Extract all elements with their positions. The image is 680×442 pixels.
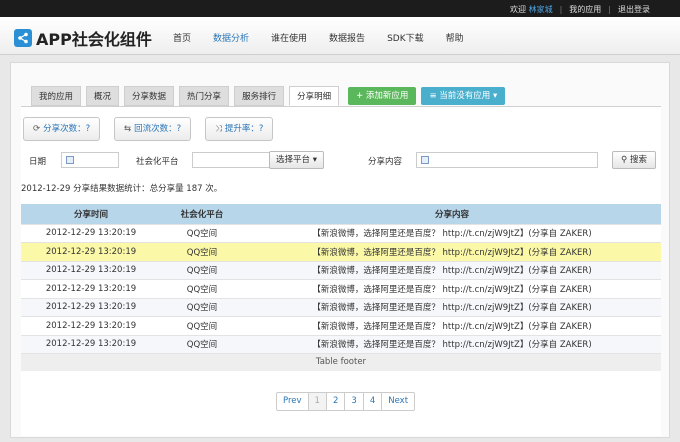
cell-platform: QQ空间 (161, 260, 243, 280)
cell-time: 2012-12-29 13:20:19 (21, 297, 161, 317)
logout-link[interactable]: 退出登录 (618, 4, 650, 15)
search-button[interactable]: ⚲ 搜索 (612, 151, 656, 169)
cell-content: 【新浪微博，选择阿里还是百度？ http://t.cn/zjW9JtZ】(分享自… (243, 334, 661, 354)
platform-input[interactable] (192, 152, 270, 168)
caret-down-icon: ▾ (490, 91, 498, 101)
cell-platform: QQ空间 (161, 316, 243, 335)
main-nav: 首页 数据分析 谁在使用 数据报告 SDK下载 帮助 (162, 31, 475, 44)
divider: | (559, 5, 563, 14)
nav-who-uses[interactable]: 谁在使用 (260, 31, 318, 44)
tab-hot-shares[interactable]: 热门分享 (179, 86, 230, 106)
loop-icon: ⇆ (124, 124, 132, 134)
col-share-content[interactable]: 分享内容 (243, 204, 661, 224)
pagination: Prev 1 2 3 4 Next (276, 392, 416, 411)
list-icon: ≡ (429, 91, 440, 101)
add-app-button[interactable]: + 添加新应用 (348, 87, 417, 105)
page-1[interactable]: 1 (308, 393, 327, 410)
shuffle-icon: ⤨ (215, 124, 222, 134)
cell-time: 2012-12-29 13:20:19 (21, 334, 161, 354)
plus-icon: + (356, 91, 366, 101)
header: APP社会化组件 首页 数据分析 谁在使用 数据报告 SDK下载 帮助 (0, 17, 680, 55)
cell-platform: QQ空间 (161, 297, 243, 317)
caret-down-icon: ▾ (310, 155, 317, 165)
cell-time: 2012-12-29 13:20:19 (21, 316, 161, 335)
cell-content: 【新浪微博，选择阿里还是百度？ http://t.cn/zjW9JtZ】(分享自… (243, 242, 661, 261)
cell-time: 2012-12-29 13:20:19 (21, 260, 161, 280)
content-input[interactable] (416, 152, 598, 168)
table-row[interactable]: 2012-12-29 13:20:19 QQ空间 【新浪微博，选择阿里还是百度？ h… (21, 223, 661, 243)
logo[interactable]: APP社会化组件 (14, 26, 152, 50)
cell-content: 【新浪微博，选择阿里还是百度？ http://t.cn/zjW9JtZ】(分享自… (243, 279, 661, 298)
prev-page-button[interactable]: Prev (277, 393, 309, 410)
share-count-button[interactable]: ⟳ 分享次数：? (23, 117, 101, 141)
page-4[interactable]: 4 (364, 393, 383, 410)
cell-content: 【新浪微博，选择阿里还是百度？ http://t.cn/zjW9JtZ】(分享自… (243, 297, 661, 317)
cell-platform: QQ空间 (161, 334, 243, 354)
cell-platform: QQ空间 (161, 242, 243, 261)
cell-platform: QQ空间 (161, 223, 243, 243)
tab-bar: 我的应用 概况 分享数据 热门分享 服务排行 分享明细 + 添加新应用 ≡ 当前… (31, 86, 506, 106)
nav-help[interactable]: 帮助 (435, 31, 475, 44)
filter-bar: 日期 社会化平台 选择平台 ▾ 分享内容 ⚲ 搜索 (21, 150, 661, 170)
current-app-dropdown[interactable]: ≡ 当前没有应用 ▾ (421, 87, 506, 105)
table-footer: Table footer (21, 353, 661, 371)
cell-time: 2012-12-29 13:20:19 (21, 242, 161, 261)
content-label: 分享内容 (368, 157, 403, 167)
cell-content: 【新浪微博，选择阿里还是百度？ http://t.cn/zjW9JtZ】(分享自… (243, 316, 661, 335)
username-link[interactable]: 林家城 (529, 5, 553, 14)
summary-text: 2012-12-29 分享结果数据统计：总分享量 187 次。 (21, 184, 223, 194)
nav-data-report[interactable]: 数据报告 (318, 31, 376, 44)
table-header-row: 分享时间 社会化平台 分享内容 (21, 204, 661, 224)
tab-share-data[interactable]: 分享数据 (124, 86, 175, 106)
cell-content: 【新浪微博，选择阿里还是百度？ http://t.cn/zjW9JtZ】(分享自… (243, 223, 661, 243)
nav-sdk-download[interactable]: SDK下载 (376, 31, 435, 44)
lift-rate-button[interactable]: ⤨ 提升率：? (205, 117, 274, 141)
table-row[interactable]: 2012-12-29 13:20:19 QQ空间 【新浪微博，选择阿里还是百度？ h… (21, 297, 661, 317)
calendar-icon (66, 156, 74, 164)
logo-text: APP社会化组件 (36, 30, 152, 49)
search-icon: ⚲ (621, 155, 630, 165)
next-page-button[interactable]: Next (382, 393, 414, 410)
table-row[interactable]: 2012-12-29 13:20:19 QQ空间 【新浪微博，选择阿里还是百度？ h… (21, 334, 661, 354)
tab-service-ranking[interactable]: 服务排行 (234, 86, 285, 106)
nav-data-analysis[interactable]: 数据分析 (202, 31, 260, 44)
table-row[interactable]: 2012-12-29 13:20:19 QQ空间 【新浪微博，选择阿里还是百度？ h… (21, 260, 661, 280)
cell-content: 【新浪微博，选择阿里还是百度？ http://t.cn/zjW9JtZ】(分享自… (243, 260, 661, 280)
tab-my-apps[interactable]: 我的应用 (31, 86, 82, 106)
date-label: 日期 (29, 157, 47, 167)
refresh-icon: ⟳ (33, 124, 41, 134)
date-input[interactable] (61, 152, 119, 168)
table-footer-row: Table footer (21, 353, 661, 371)
col-share-time[interactable]: 分享时间 (21, 204, 161, 224)
table-row[interactable]: 2012-12-29 13:20:19 QQ空间 【新浪微博，选择阿里还是百度？ h… (21, 242, 661, 261)
cell-platform: QQ空间 (161, 279, 243, 298)
top-bar: 欢迎 林家城 | 我的应用 | 退出登录 (0, 0, 680, 17)
cell-time: 2012-12-29 13:20:19 (21, 223, 161, 243)
col-platform[interactable]: 社会化平台 (161, 204, 243, 224)
cell-time: 2012-12-29 13:20:19 (21, 279, 161, 298)
return-count-button[interactable]: ⇆ 回流次数：? (114, 117, 192, 141)
page-2[interactable]: 2 (327, 393, 346, 410)
table-row[interactable]: 2012-12-29 13:20:19 QQ空间 【新浪微博，选择阿里还是百度？ h… (21, 316, 661, 335)
platform-label: 社会化平台 (136, 157, 179, 167)
share-icon (14, 29, 32, 47)
welcome-text: 欢迎 林家城 (510, 5, 553, 14)
page-3[interactable]: 3 (345, 393, 364, 410)
my-apps-link[interactable]: 我的应用 (569, 4, 601, 15)
table-row[interactable]: 2012-12-29 13:20:19 QQ空间 【新浪微博，选择阿里还是百度？ h… (21, 279, 661, 298)
divider: | (608, 5, 611, 14)
tab-overview[interactable]: 概况 (86, 86, 120, 106)
tab-share-details[interactable]: 分享明细 (289, 86, 340, 106)
nav-home[interactable]: 首页 (162, 31, 202, 44)
share-table: 分享时间 社会化平台 分享内容 2012-12-29 13:20:19 QQ空间【… (21, 204, 661, 371)
calendar-icon (421, 156, 429, 164)
platform-select-button[interactable]: 选择平台 ▾ (269, 151, 324, 169)
